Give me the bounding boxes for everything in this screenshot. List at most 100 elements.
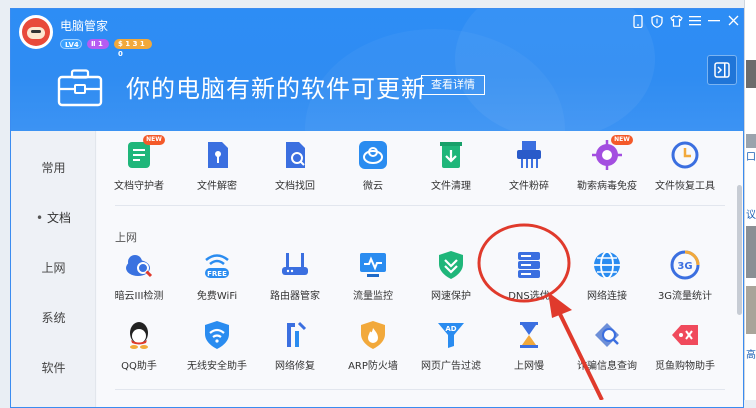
avatar-face — [22, 18, 50, 46]
weiyun-icon — [359, 141, 387, 169]
tool-label: 路由器管家 — [270, 291, 320, 302]
shirt-icon[interactable] — [670, 14, 683, 29]
level-badge[interactable]: LV4 — [60, 39, 82, 49]
file-restore-icon — [671, 141, 699, 169]
phone-icon[interactable] — [632, 14, 644, 29]
tool-doc-recover[interactable]: 文档找回 — [255, 139, 335, 199]
ad-filter-icon: AD — [438, 323, 464, 348]
tool-shopping-assistant[interactable]: 觅鱼购物助手 — [645, 319, 725, 379]
globe-icon — [594, 251, 620, 279]
app-title: 电脑管家 — [60, 19, 109, 33]
close-icon[interactable] — [727, 15, 739, 29]
tool-label: DNS选优 — [508, 291, 550, 302]
tool-fraud-check[interactable]: 诈骗信息查询 — [567, 319, 647, 379]
tool-file-restore[interactable]: 文件恢复工具 — [645, 139, 725, 199]
sidebar-item-docs[interactable]: 文档 — [11, 209, 96, 226]
tool-speed-protect[interactable]: 网速保护 — [411, 249, 491, 309]
tool-wifi-security[interactable]: 无线安全助手 — [177, 319, 257, 379]
tool-dns-select[interactable]: DNS选优 — [489, 249, 569, 309]
router-icon — [282, 253, 308, 275]
docs-tools-row: NEW 文档守护者 文件解密 文档找回 微云 文件清理 文件粉碎 NEW 勒索病… — [97, 135, 727, 199]
tool-label: 文件清理 — [431, 181, 471, 192]
qq-icon — [130, 322, 148, 349]
hourglass-icon — [520, 322, 538, 348]
background-block — [746, 134, 756, 148]
tool-free-wifi[interactable]: FREE 免费WiFi — [177, 249, 257, 309]
tool-label: 网络连接 — [587, 291, 627, 302]
svg-text:AD: AD — [445, 325, 456, 333]
dns-server-icon — [518, 252, 540, 278]
svg-text:FREE: FREE — [207, 270, 227, 278]
tool-file-clean[interactable]: 文件清理 — [411, 139, 491, 199]
tool-label: 勒索病毒免疫 — [577, 181, 637, 192]
tool-doc-guard[interactable]: NEW 文档守护者 — [99, 135, 179, 199]
tool-network-repair[interactable]: 网络修复 — [255, 319, 335, 379]
tool-label: 上网慢 — [514, 361, 544, 372]
tool-label: 文件恢复工具 — [655, 181, 715, 192]
tool-label: 3G流量统计 — [657, 291, 713, 302]
section-divider — [115, 389, 725, 390]
section-divider — [115, 205, 725, 206]
tool-label: 文件粉碎 — [509, 181, 549, 192]
tool-label: 网络修复 — [275, 361, 315, 372]
toolbox-icon — [57, 69, 103, 107]
tool-slow-internet[interactable]: 上网慢 — [489, 319, 569, 379]
sidebar-item-system[interactable]: 系统 — [11, 309, 96, 326]
tool-label: 微云 — [363, 181, 383, 192]
tools-panel: NEW 文档守护者 文件解密 文档找回 微云 文件清理 文件粉碎 NEW 勒索病… — [97, 131, 743, 407]
background-text: 高 — [746, 350, 756, 361]
shield-icon[interactable] — [651, 15, 663, 29]
sidebar: 常用 文档 上网 系统 软件 — [11, 131, 96, 407]
tool-cloud-scan[interactable]: 暗云III检测 — [99, 249, 179, 309]
tool-file-decrypt[interactable]: 文件解密 — [177, 139, 257, 199]
tool-label: 文档守护者 — [114, 181, 164, 192]
app-window: 电脑管家 LV4 Ⅱ 1 $ 1 3 1 0 你的电脑有新的软件可更新 查看详情… — [10, 8, 744, 408]
tool-label: 流量监控 — [353, 291, 393, 302]
tool-label: QQ助手 — [121, 361, 157, 372]
coin-badge[interactable]: $ 1 3 1 0 — [114, 39, 152, 58]
traffic-monitor-icon — [360, 253, 386, 277]
tool-label: 网速保护 — [431, 291, 471, 302]
user-badges: LV4 Ⅱ 1 $ 1 3 1 0 — [60, 39, 152, 58]
cloud-scan-icon — [126, 255, 153, 278]
scrollbar-thumb[interactable] — [737, 185, 742, 315]
tool-label: 网页广告过滤 — [421, 361, 481, 372]
avatar[interactable] — [19, 15, 53, 49]
tool-weiyun[interactable]: 微云 — [333, 139, 413, 199]
network-repair-icon — [287, 321, 307, 347]
tool-label: 觅鱼购物助手 — [655, 361, 715, 372]
tool-label: 文件解密 — [197, 181, 237, 192]
speed-protect-icon — [439, 251, 463, 279]
collapse-panel-button[interactable] — [707, 55, 737, 85]
3g-stats-icon: 3G — [670, 250, 700, 280]
view-details-button[interactable]: 查看详情 — [421, 75, 485, 95]
sidebar-item-common[interactable]: 常用 — [11, 159, 96, 176]
svg-text:3G: 3G — [677, 261, 692, 272]
sidebar-item-software[interactable]: 软件 — [11, 359, 96, 376]
doc-recover-icon — [286, 142, 305, 168]
update-notice: 你的电脑有新的软件可更新 — [126, 75, 426, 103]
file-clean-icon — [440, 142, 462, 168]
vip-badge[interactable]: Ⅱ 1 — [87, 39, 109, 49]
fraud-check-icon — [595, 323, 619, 347]
tool-label: 文档找回 — [275, 181, 315, 192]
minimize-icon[interactable] — [708, 15, 720, 29]
tool-router[interactable]: 路由器管家 — [255, 249, 335, 309]
tool-arp-firewall[interactable]: ARP防火墙 — [333, 319, 413, 379]
tool-label: ARP防火墙 — [348, 361, 398, 372]
tool-ransomware-immune[interactable]: NEW 勒索病毒免疫 — [567, 135, 647, 199]
tool-label: 诈骗信息查询 — [577, 361, 637, 372]
tool-qq-assistant[interactable]: QQ助手 — [99, 319, 179, 379]
tool-ad-filter[interactable]: AD 网页广告过滤 — [411, 319, 491, 379]
tool-traffic-monitor[interactable]: 流量监控 — [333, 249, 413, 309]
background-window: 口 议 高 — [744, 0, 756, 400]
tool-file-shred[interactable]: 文件粉碎 — [489, 139, 569, 199]
tool-label: 免费WiFi — [196, 291, 238, 302]
section-title-network: 上网 — [115, 231, 137, 244]
sidebar-item-network[interactable]: 上网 — [11, 259, 96, 276]
tool-3g-stats[interactable]: 3G 3G流量统计 — [645, 249, 725, 309]
file-decrypt-icon — [208, 142, 228, 168]
menu-icon[interactable] — [689, 15, 701, 29]
shopping-tag-icon — [672, 325, 698, 345]
tool-network-connect[interactable]: 网络连接 — [567, 249, 647, 309]
